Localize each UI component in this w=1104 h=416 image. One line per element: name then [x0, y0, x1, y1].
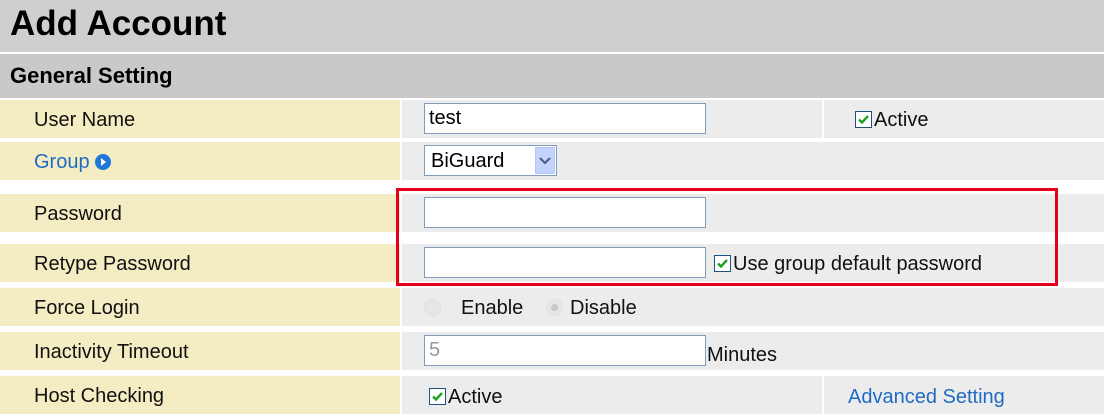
use-group-default-checkbox[interactable]: [714, 255, 731, 272]
group-row: Group BiGuard: [0, 142, 1104, 182]
checkmark-icon: [717, 259, 728, 269]
user-active-checkbox[interactable]: [855, 111, 872, 128]
host-checking-label: Host Checking: [34, 385, 165, 407]
password-input[interactable]: [424, 197, 706, 228]
group-selected-value: BiGuard: [431, 150, 505, 172]
checkmark-icon: [858, 115, 869, 125]
password-label: Password: [34, 203, 122, 225]
user-active-label: Active: [874, 109, 929, 131]
group-select[interactable]: BiGuard: [424, 145, 557, 176]
force-login-enable-radio[interactable]: [424, 299, 441, 316]
password-row: Password: [0, 194, 1104, 234]
section-title: General Setting: [10, 63, 173, 88]
force-login-label: Force Login: [34, 297, 140, 319]
force-login-row: Force Login Enable Disable: [0, 288, 1104, 328]
inactivity-timeout-row: Inactivity Timeout 5 Minutes: [0, 332, 1104, 372]
chevron-down-icon[interactable]: [535, 147, 555, 174]
section-header: General Setting: [0, 54, 1104, 100]
user-name-input[interactable]: test: [424, 103, 706, 134]
advanced-setting-link[interactable]: Advanced Setting: [848, 386, 1005, 409]
host-checking-active-label: Active: [448, 386, 503, 408]
host-checking-active-checkbox[interactable]: [429, 388, 446, 405]
inactivity-timeout-label: Inactivity Timeout: [34, 341, 189, 363]
force-login-disable-radio[interactable]: [546, 299, 563, 316]
chevron-right-circle-icon[interactable]: [95, 154, 111, 170]
force-login-disable-label: Disable: [570, 297, 637, 319]
page-header: Add Account: [0, 0, 1104, 54]
use-group-default-label: Use group default password: [733, 253, 983, 275]
checkmark-icon: [432, 392, 443, 402]
minutes-unit-label: Minutes: [707, 344, 778, 366]
group-link[interactable]: Group: [34, 151, 90, 174]
retype-password-row: Retype Password Use group default passwo…: [0, 244, 1104, 284]
user-name-row: User Name test Active: [0, 100, 1104, 140]
inactivity-timeout-input[interactable]: 5: [424, 335, 706, 366]
user-name-label: User Name: [34, 109, 136, 131]
page-title: Add Account: [10, 4, 227, 43]
retype-password-label: Retype Password: [34, 253, 191, 275]
retype-password-input[interactable]: [424, 247, 706, 278]
force-login-enable-label: Enable: [461, 297, 524, 319]
host-checking-row: Host Checking Active Advanced Setting: [0, 376, 1104, 416]
